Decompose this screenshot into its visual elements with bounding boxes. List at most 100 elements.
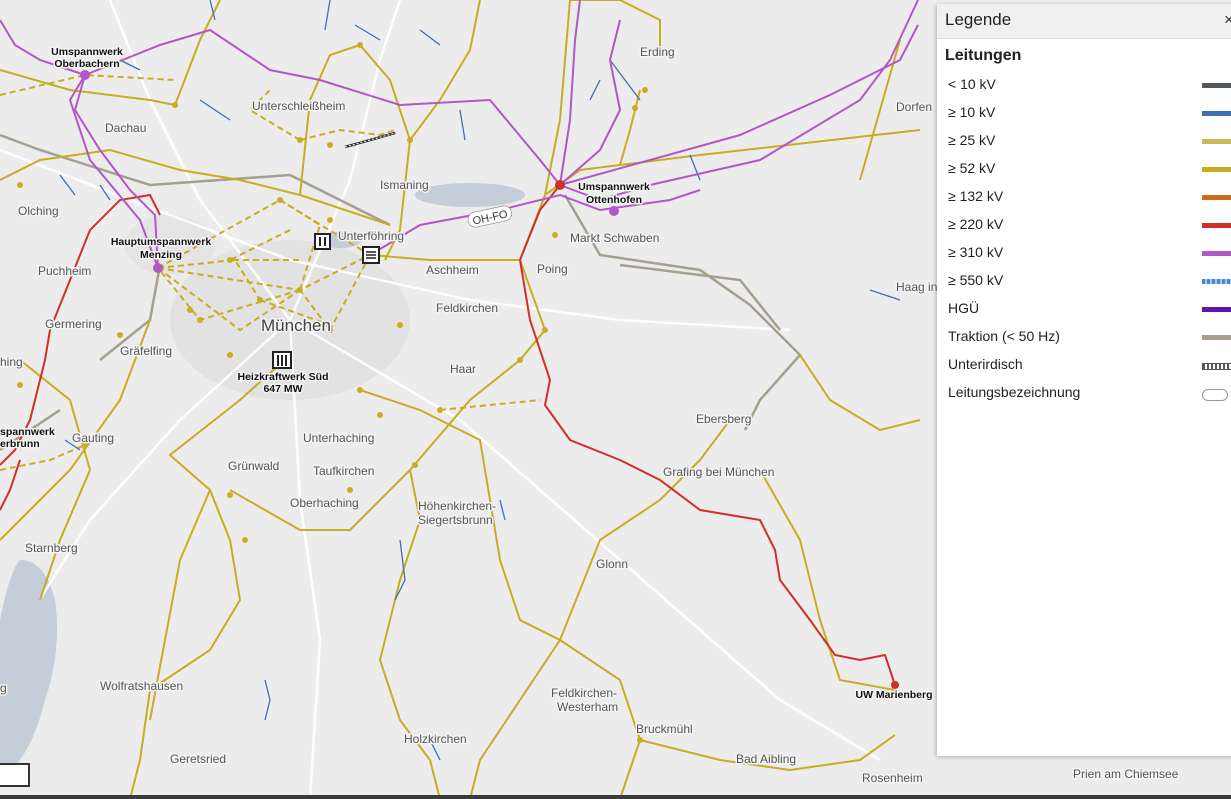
substation-oberbachern[interactable] [80,70,90,80]
ismaning-reservoir [415,183,525,207]
legend-swatch [1202,111,1231,116]
place-label: Unterschleißheim [252,99,345,113]
place-label: Rosenheim [862,771,923,785]
place-label: g [0,681,7,695]
place-label: Dachau [105,121,146,135]
legend-item: HGÜ [948,298,1231,320]
place-label: Puchheim [38,264,91,278]
legend-item: ≥ 52 kV [948,158,1231,180]
place-label: Wolfratshausen [100,679,183,693]
place-label: Erding [640,45,675,59]
place-label: Prien am Chiemsee [1073,767,1179,781]
legend-item: Leitungsbezeichnung [948,382,1231,404]
legend-item: ≥ 132 kV [948,186,1231,208]
power-plant-icon[interactable] [314,233,331,250]
place-label: Unterhaching [303,431,374,445]
place-label: Ebersberg [696,412,751,426]
place-label: Dorfen [896,100,932,114]
legend-item: ≥ 25 kV [948,130,1231,152]
substation-ottenhofen[interactable] [609,206,619,216]
place-label: Ismaning [380,178,429,192]
place-label: Poing [537,262,568,276]
station-label: erbrunn [0,438,40,450]
legend-swatch [1202,389,1228,401]
station-label: spannwerk [0,426,55,438]
place-label: Feldkirchen- [551,686,617,700]
legend-item-label: ≥ 310 kV [948,244,1004,260]
station-label: Heizkraftwerk Süd [237,371,328,383]
legend-item-label: ≥ 52 kV [948,160,996,176]
substation-menzing[interactable] [153,263,163,273]
station-label: UW Marienberg [855,689,932,701]
place-label: Haag in [896,280,937,294]
place-label: Bruckmühl [636,722,693,736]
place-label: Holzkirchen [404,732,467,746]
legend-item: ≥ 310 kV [948,242,1231,264]
station-label: Hauptumspannwerk [111,236,212,248]
substation-isar[interactable] [555,180,565,190]
legend-item: ≥ 550 kV [948,270,1231,292]
place-label: hing [0,355,23,369]
legend-item: ≥ 10 kV [948,102,1231,124]
place-label: Westerham [557,700,618,714]
station-label: 647 MW [263,383,302,395]
legend-swatch [1202,363,1231,370]
place-label: Markt Schwaben [570,231,659,245]
station-label: Umspannwerk [578,181,650,193]
legend-item-label: Leitungsbezeichnung [948,384,1081,400]
place-label: Geretsried [170,752,226,766]
place-label: Haar [450,362,476,376]
legend-item-label: Traktion (< 50 Hz) [948,328,1060,344]
place-label: Siegertsbrunn [418,513,493,527]
place-label: Gräfelfing [120,344,172,358]
place-label: Starnberg [25,541,78,555]
legend-panel: Legende × Leitungen < 10 kV ≥ 10 kV ≥ 25 k… [937,4,1231,756]
place-label: Oberhaching [290,496,359,510]
legend-item: ≥ 220 kV [948,214,1231,236]
place-label: Germering [45,317,102,331]
station-label: Oberbachern [54,58,119,70]
legend-item-label: ≥ 10 kV [948,104,996,120]
legend-swatch [1202,195,1231,200]
legend-item: Traktion (< 50 Hz) [948,326,1231,348]
station-label: Menzing [140,249,182,261]
place-label: Feldkirchen [436,301,498,315]
place-label: Aschheim [426,263,479,277]
place-label: Glonn [596,557,628,571]
legend-swatch [1202,251,1231,256]
legend-swatch [1202,83,1231,88]
scale-bar [0,763,30,787]
legend-item-label: ≥ 550 kV [948,272,1004,288]
station-label: Umspannwerk [51,46,123,58]
substation-icon[interactable] [362,246,380,264]
legend-title: Legende [945,10,1012,29]
place-label: Grafing bei München [663,465,774,479]
legend-swatch [1202,223,1231,228]
close-icon[interactable]: × [1224,10,1231,30]
legend-item: Unterirdisch [948,354,1231,376]
place-label: Unterföhring [338,229,404,243]
city-label-muenchen: München [261,316,331,335]
legend-item: < 10 kV [948,74,1231,96]
legend-swatch [1202,167,1231,172]
place-label: Taufkirchen [313,464,374,478]
legend-item-label: HGÜ [948,300,980,316]
legend-swatch [1202,279,1231,284]
substation-marienberg[interactable] [891,681,899,689]
place-label: Bad Aibling [736,752,796,766]
legend-item-label: ≥ 25 kV [948,132,996,148]
legend-item-label: < 10 kV [948,76,996,92]
power-plant-icon[interactable] [272,351,292,369]
legend-section-title: Leitungen [945,47,1022,64]
legend-swatch [1202,307,1231,312]
legend-swatch [1202,139,1231,144]
place-label: Grünwald [228,459,279,473]
place-label: Gauting [72,431,114,445]
legend-swatch [1202,335,1231,340]
legend-header: Legende × [937,4,1231,39]
station-label: Ottenhofen [586,194,642,206]
legend-item-label: ≥ 132 kV [948,188,1004,204]
place-label: Olching [18,204,59,218]
legend-item-label: Unterirdisch [948,356,1023,372]
bottom-strip [0,795,1231,799]
